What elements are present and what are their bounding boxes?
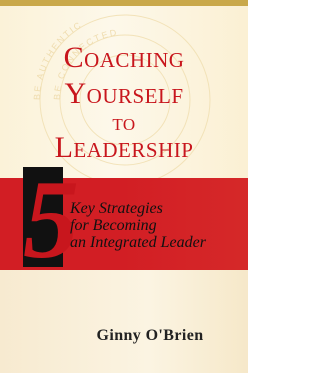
subtitle: Key Strategies for Becoming an Integrate… bbox=[70, 200, 206, 251]
big-number-five: 5 bbox=[23, 158, 79, 282]
subtitle-line-3: an Integrated Leader bbox=[70, 234, 206, 251]
author-name: Ginny O'Brien bbox=[96, 327, 204, 344]
title-line-1: Coaching bbox=[63, 41, 185, 74]
lower-cream-panel bbox=[0, 270, 248, 373]
subtitle-line-1: Key Strategies bbox=[70, 200, 163, 217]
number-box: 5 bbox=[23, 158, 79, 282]
book-cover: BE AUTHENTIC BE CONNECTED Coaching Yours… bbox=[0, 0, 248, 373]
title-line-2: Yourself bbox=[64, 77, 184, 110]
subtitle-line-2: for Becoming bbox=[70, 217, 157, 234]
